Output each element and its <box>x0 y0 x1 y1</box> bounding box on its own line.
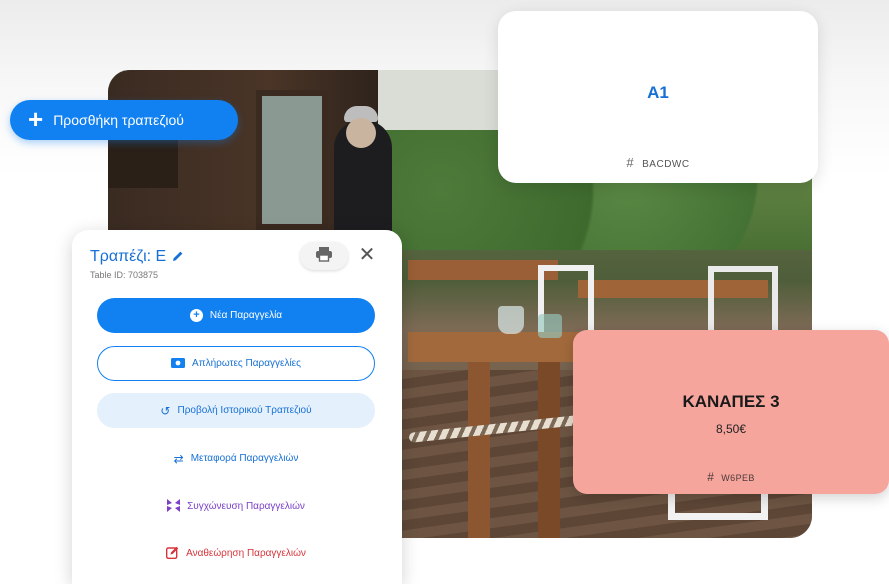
close-button[interactable]: ✕ <box>356 243 378 267</box>
printer-icon <box>315 246 333 267</box>
unpaid-orders-button[interactable]: Απλήρωτες Παραγγελίες <box>97 346 375 381</box>
print-button[interactable] <box>300 242 348 270</box>
hash-icon: # <box>707 470 715 484</box>
edit-icon <box>166 546 179 561</box>
cash-icon <box>171 357 186 370</box>
pencil-icon[interactable] <box>172 250 184 265</box>
plus-icon: + <box>28 103 44 134</box>
transfer-orders-button[interactable]: ⇄ Μεταφορά Παραγγελιών <box>97 441 375 476</box>
hash-icon: # <box>626 155 635 170</box>
table-detail-panel: Τραπέζι: Ε Table ID: 703875 ✕ + Νέα Παρα… <box>72 230 402 584</box>
table-card-code: # W6PEB <box>707 470 755 484</box>
table-card-code: # BACDWC <box>626 155 690 170</box>
table-card-kanapes[interactable]: ΚΑΝΑΠΕΣ 3 8,50€ # W6PEB <box>573 330 889 494</box>
history-icon: ↺ <box>160 403 171 418</box>
close-icon: ✕ <box>358 244 376 266</box>
swap-icon: ⇄ <box>173 451 184 466</box>
panel-title: Τραπέζι: Ε <box>90 248 184 266</box>
add-table-label: Προσθήκη τραπεζιού <box>53 112 184 128</box>
merge-orders-button[interactable]: Συγχώνευση Παραγγελιών <box>97 489 375 524</box>
table-card-name: A1 <box>647 83 669 102</box>
review-orders-button[interactable]: Αναθεώρηση Παραγγελιών <box>97 536 375 571</box>
new-order-button[interactable]: + Νέα Παραγγελία <box>97 298 375 333</box>
add-table-button[interactable]: + Προσθήκη τραπεζιού <box>10 100 238 140</box>
table-id: Table ID: 703875 <box>90 270 159 280</box>
table-card-price: 8,50€ <box>715 422 747 436</box>
plus-circle-icon: + <box>189 309 203 322</box>
merge-icon <box>167 499 181 514</box>
table-card-name: ΚΑΝΑΠΕΣ 3 <box>682 392 780 411</box>
table-card-a1[interactable]: A1 # BACDWC <box>498 11 818 183</box>
table-history-button[interactable]: ↺ Προβολή Ιστορικού Τραπεζιού <box>97 393 375 428</box>
